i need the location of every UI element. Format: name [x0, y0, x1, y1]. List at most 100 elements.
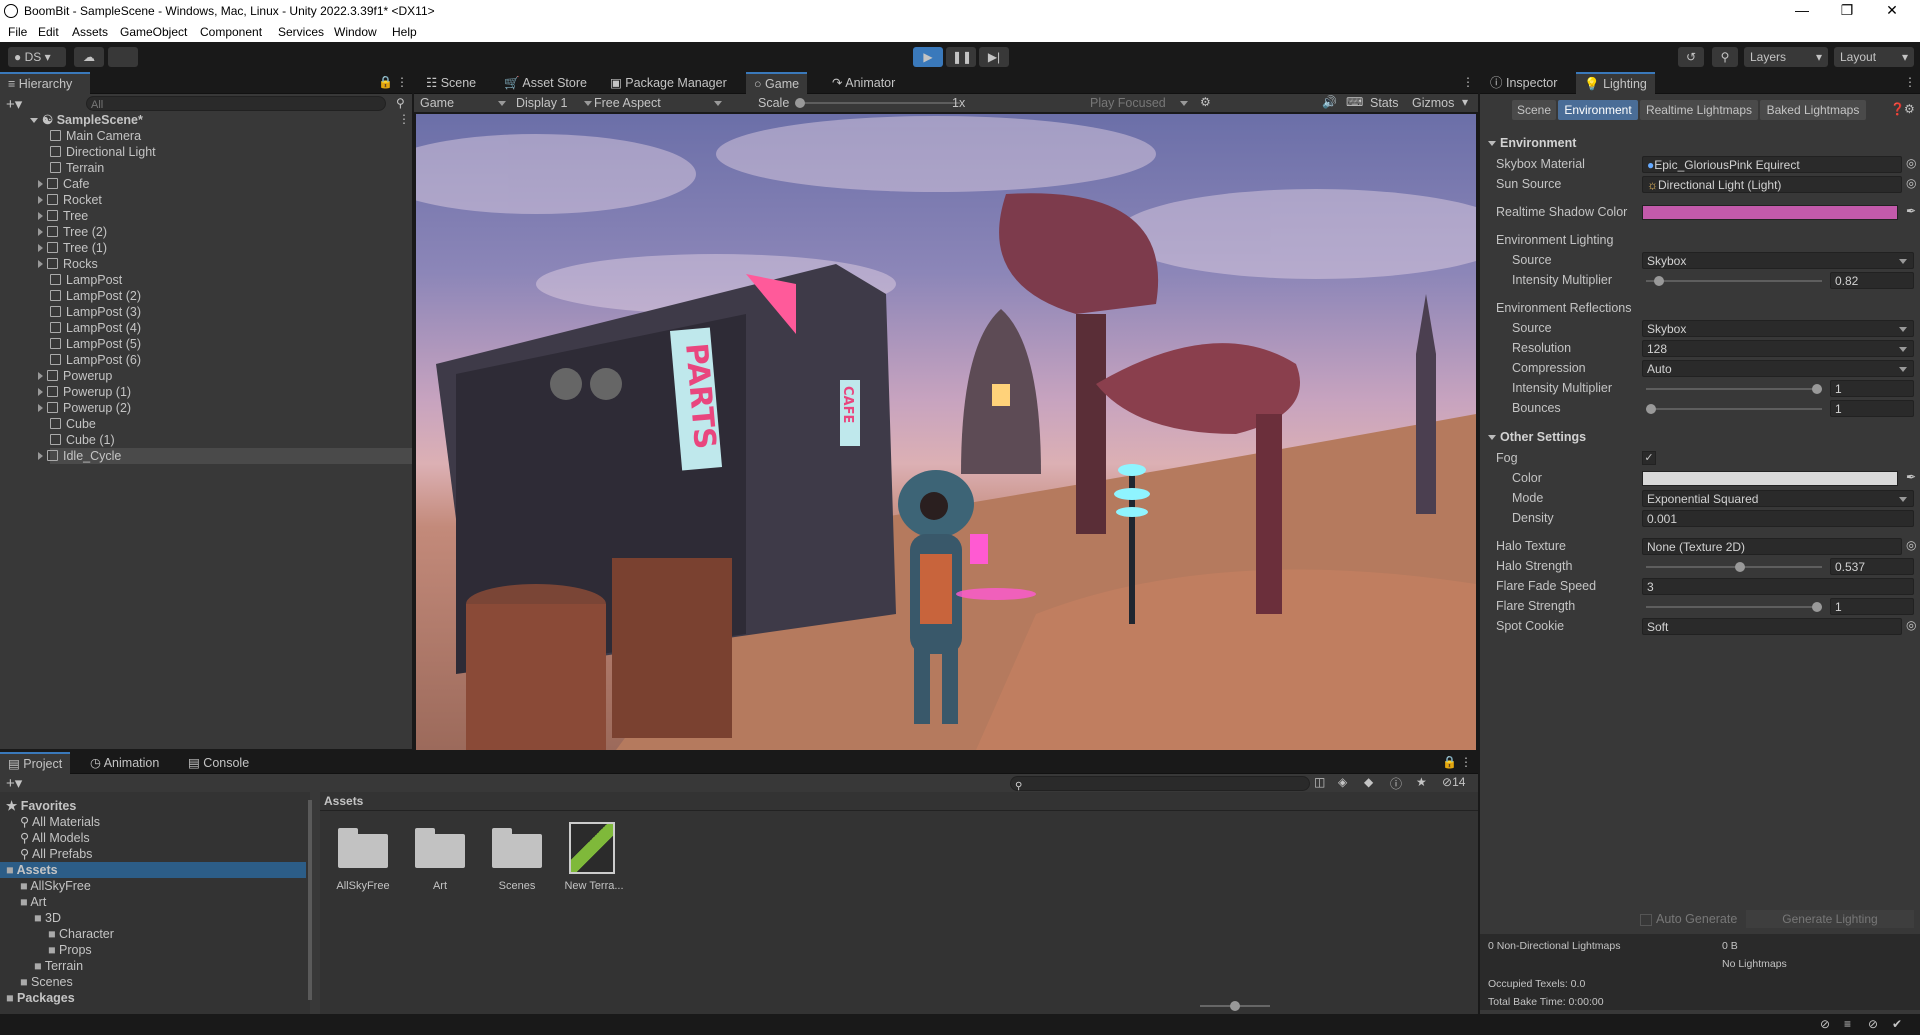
minimize-icon[interactable]: — [1790, 2, 1814, 18]
hierarchy-item[interactable]: Tree [38, 208, 88, 224]
eyedropper-icon[interactable]: ✒ [1906, 204, 1916, 218]
play-focused-dropdown[interactable]: Play Focused [1090, 95, 1194, 111]
collab-button[interactable] [108, 47, 138, 67]
tag-icon[interactable]: ◆ [1364, 775, 1373, 789]
step-button[interactable]: ▶| [979, 47, 1009, 67]
eyedropper-icon[interactable]: ✒ [1906, 470, 1916, 484]
hierarchy-item[interactable]: LampPost (4) [50, 320, 141, 336]
tab-scene[interactable]: ☷ Scene [418, 72, 484, 94]
intensity-field[interactable]: 0.82 [1830, 272, 1914, 289]
tab-console[interactable]: ▤ Console [180, 752, 257, 774]
spot-cookie-field[interactable]: Soft [1642, 618, 1902, 635]
scene-row[interactable]: ☯ SampleScene* [30, 112, 143, 128]
tab-game[interactable]: ○ Game [746, 72, 808, 94]
lock-icon[interactable]: 🔒 [378, 75, 393, 89]
subtab-scene[interactable]: Scene [1512, 100, 1556, 120]
breadcrumb[interactable]: Assets [324, 794, 363, 808]
compression-dropdown[interactable]: Auto [1642, 360, 1914, 377]
hierarchy-item[interactable]: LampPost (5) [50, 336, 141, 352]
hierarchy-item[interactable]: LampPost [50, 272, 122, 288]
expand-icon[interactable] [38, 196, 43, 204]
hierarchy-item[interactable]: Powerup [38, 368, 112, 384]
hierarchy-item[interactable]: Directional Light [50, 144, 156, 160]
search-by-label-icon[interactable]: ◈ [1338, 775, 1347, 789]
check-icon[interactable]: ✔ [1892, 1017, 1902, 1031]
tab-inspector[interactable]: ⓘ Inspector [1482, 72, 1565, 94]
add-icon[interactable]: +▾ [6, 774, 22, 792]
close-icon[interactable]: ✕ [1880, 2, 1904, 19]
aspect-dropdown[interactable]: Free Aspect [594, 95, 728, 111]
pause-button[interactable]: ❚❚ [946, 47, 976, 67]
progress-icon[interactable]: ⊘ [1820, 1017, 1830, 1031]
project-tree-item[interactable]: ■ Character [48, 926, 114, 942]
project-tree-item[interactable]: ■ 3D [34, 910, 61, 926]
star-icon[interactable]: ★ [1416, 775, 1427, 789]
expand-icon[interactable] [38, 404, 43, 412]
kebab-menu-icon[interactable]: ⋮ [1460, 755, 1472, 769]
hierarchy-item[interactable]: Rocket [38, 192, 102, 208]
asset-item[interactable]: Scenes [477, 822, 557, 902]
project-search-input[interactable]: ⚲ [1010, 776, 1310, 792]
hidden-packages-icon[interactable]: ⊘14 [1442, 775, 1465, 789]
kebab-menu-icon[interactable]: ⋮ [396, 75, 408, 89]
restore-icon[interactable]: ❐ [1835, 2, 1859, 19]
keyboard-icon[interactable]: ⌨ [1346, 95, 1363, 109]
layout-dropdown[interactable]: Layout ▾ [1834, 47, 1914, 67]
hierarchy-item[interactable]: Powerup (2) [38, 400, 131, 416]
menu-file[interactable]: File [8, 25, 27, 39]
asset-item[interactable]: New Terra... [554, 822, 634, 902]
asset-item[interactable]: AllSkyFree [323, 822, 403, 902]
tab-package-manager[interactable]: ▣ Package Manager [602, 72, 735, 94]
search-by-type-icon[interactable]: ◫ [1314, 775, 1325, 789]
flare-strength-field[interactable]: 1 [1830, 598, 1914, 615]
project-tree-item[interactable]: ⚲ All Models [20, 830, 90, 846]
bug-icon[interactable]: ⚙ [1200, 95, 1211, 109]
history-button[interactable]: ↺ [1678, 47, 1704, 67]
expand-icon[interactable] [38, 260, 43, 268]
halo-texture-field[interactable]: None (Texture 2D) [1642, 538, 1902, 555]
search-button[interactable]: ⚲ [1712, 47, 1738, 67]
tab-animator[interactable]: ↷ Animator [824, 72, 903, 94]
scale-slider[interactable] [800, 102, 960, 104]
project-tree-item[interactable]: ■ Assets [0, 862, 306, 878]
project-tree-item[interactable]: ⚲ All Materials [20, 814, 100, 830]
expand-icon[interactable] [38, 244, 43, 252]
bounces-slider[interactable] [1646, 400, 1822, 417]
menu-services[interactable]: Services [278, 25, 324, 39]
object-picker-icon[interactable]: ◎ [1906, 538, 1916, 552]
subtab-baked-lightmaps[interactable]: Baked Lightmaps [1760, 100, 1866, 120]
view-dropdown[interactable]: Game [420, 95, 512, 111]
hierarchy-item[interactable]: Rocks [38, 256, 98, 272]
hierarchy-item[interactable]: LampPost (2) [50, 288, 141, 304]
expand-icon[interactable] [38, 228, 43, 236]
halo-strength-field[interactable]: 0.537 [1830, 558, 1914, 575]
hierarchy-item[interactable]: Cube (1) [50, 432, 115, 448]
cloud-button[interactable]: ☁ [74, 47, 104, 67]
lock-icon[interactable]: 🔒 [1442, 755, 1457, 769]
shadow-color-swatch[interactable] [1642, 205, 1898, 220]
play-button[interactable]: ▶ [913, 47, 943, 67]
menu-help[interactable]: Help [392, 25, 417, 39]
env-source-dropdown[interactable]: Skybox [1642, 252, 1914, 269]
game-viewport[interactable]: PARTS CAFE [416, 114, 1476, 750]
asset-item[interactable]: Art [400, 822, 480, 902]
project-tree-item[interactable]: ■ Terrain [34, 958, 83, 974]
slider-knob[interactable] [1812, 602, 1822, 612]
bounces-field[interactable]: 1 [1830, 400, 1914, 417]
object-picker-icon[interactable]: ◎ [1906, 618, 1916, 632]
expand-icon[interactable] [38, 388, 43, 396]
kebab-menu-icon[interactable]: ⋮ [1904, 75, 1916, 89]
object-picker-icon[interactable]: ◎ [1906, 156, 1916, 170]
expand-icon[interactable] [38, 372, 43, 380]
expand-icon[interactable] [38, 180, 43, 188]
gizmos-button[interactable]: Gizmos [1412, 95, 1454, 111]
intensity-slider[interactable] [1646, 272, 1822, 289]
other-settings-section[interactable]: Other Settings [1488, 430, 1586, 444]
hierarchy-item[interactable]: Cube [50, 416, 96, 432]
slider-knob[interactable] [1646, 404, 1656, 414]
tree-scrollbar[interactable] [308, 800, 312, 1000]
subtab-environment[interactable]: Environment [1558, 100, 1638, 120]
tab-hierarchy[interactable]: ≡ Hierarchy [0, 72, 90, 94]
flare-fade-field[interactable]: 3 [1642, 578, 1914, 595]
tab-animation[interactable]: ◷ Animation [82, 752, 167, 774]
